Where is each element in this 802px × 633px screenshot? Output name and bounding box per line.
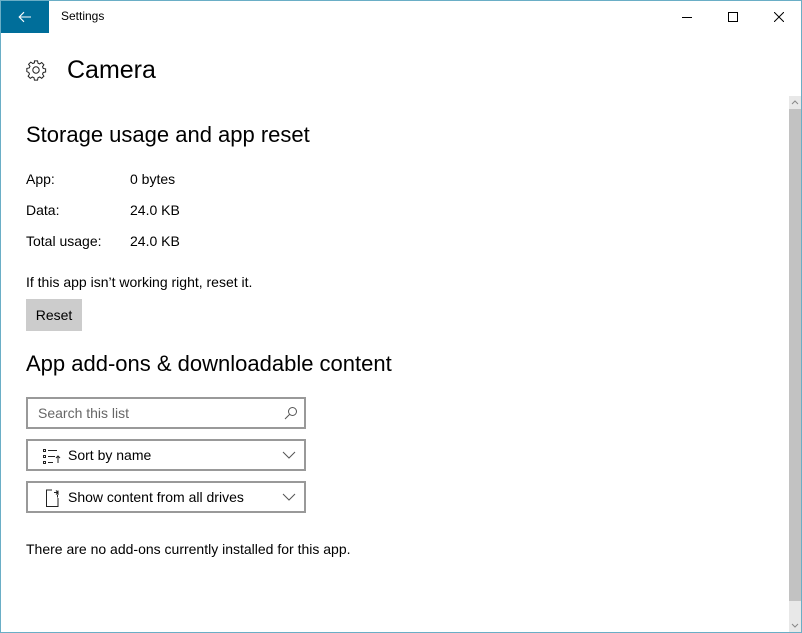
drives-selected: Show content from all drives [68, 489, 244, 505]
minimize-icon [682, 17, 692, 18]
minimize-button[interactable] [664, 1, 710, 33]
search-input[interactable] [28, 405, 268, 421]
chevron-down-icon [282, 493, 296, 501]
chevron-down-icon [791, 623, 799, 628]
search-icon[interactable] [284, 406, 298, 420]
back-button[interactable] [1, 1, 49, 33]
close-icon [774, 12, 784, 22]
maximize-icon [728, 12, 738, 22]
storage-label: Total usage: [26, 233, 102, 249]
sort-dropdown[interactable]: Sort by name [26, 439, 306, 471]
storage-label: App: [26, 171, 55, 187]
drives-dropdown[interactable]: Show content from all drives [26, 481, 306, 513]
addons-section-title: App add-ons & downloadable content [26, 351, 392, 376]
sort-icon [43, 449, 61, 464]
title-bar: Settings [1, 1, 801, 33]
reset-hint: If this app isn’t working right, reset i… [26, 274, 253, 290]
no-addons-message: There are no add-ons currently installed… [26, 541, 351, 557]
maximize-button[interactable] [710, 1, 756, 33]
reset-button[interactable]: Reset [26, 299, 82, 331]
arrow-left-icon [18, 11, 31, 23]
scroll-thumb[interactable] [789, 109, 801, 601]
sort-selected: Sort by name [68, 447, 152, 463]
scroll-down-button[interactable] [789, 601, 801, 632]
search-field[interactable] [26, 397, 306, 429]
storage-value: 24.0 KB [130, 233, 180, 249]
close-button[interactable] [756, 1, 802, 33]
storage-value: 24.0 KB [130, 202, 180, 218]
scroll-up-button[interactable] [789, 96, 801, 109]
storage-label: Data: [26, 202, 60, 218]
page-title: Camera [67, 56, 156, 84]
gear-icon [26, 60, 47, 81]
drive-filter-icon [46, 489, 59, 507]
window-title: Settings [61, 9, 105, 23]
chevron-down-icon [282, 451, 296, 459]
vertical-scrollbar[interactable] [789, 96, 801, 632]
settings-window: Settings Camera Storage usage and app re… [0, 0, 802, 633]
page-header: Camera [25, 56, 156, 84]
chevron-up-icon [791, 100, 799, 105]
storage-value: 0 bytes [130, 171, 176, 187]
storage-section-title: Storage usage and app reset [26, 122, 310, 147]
